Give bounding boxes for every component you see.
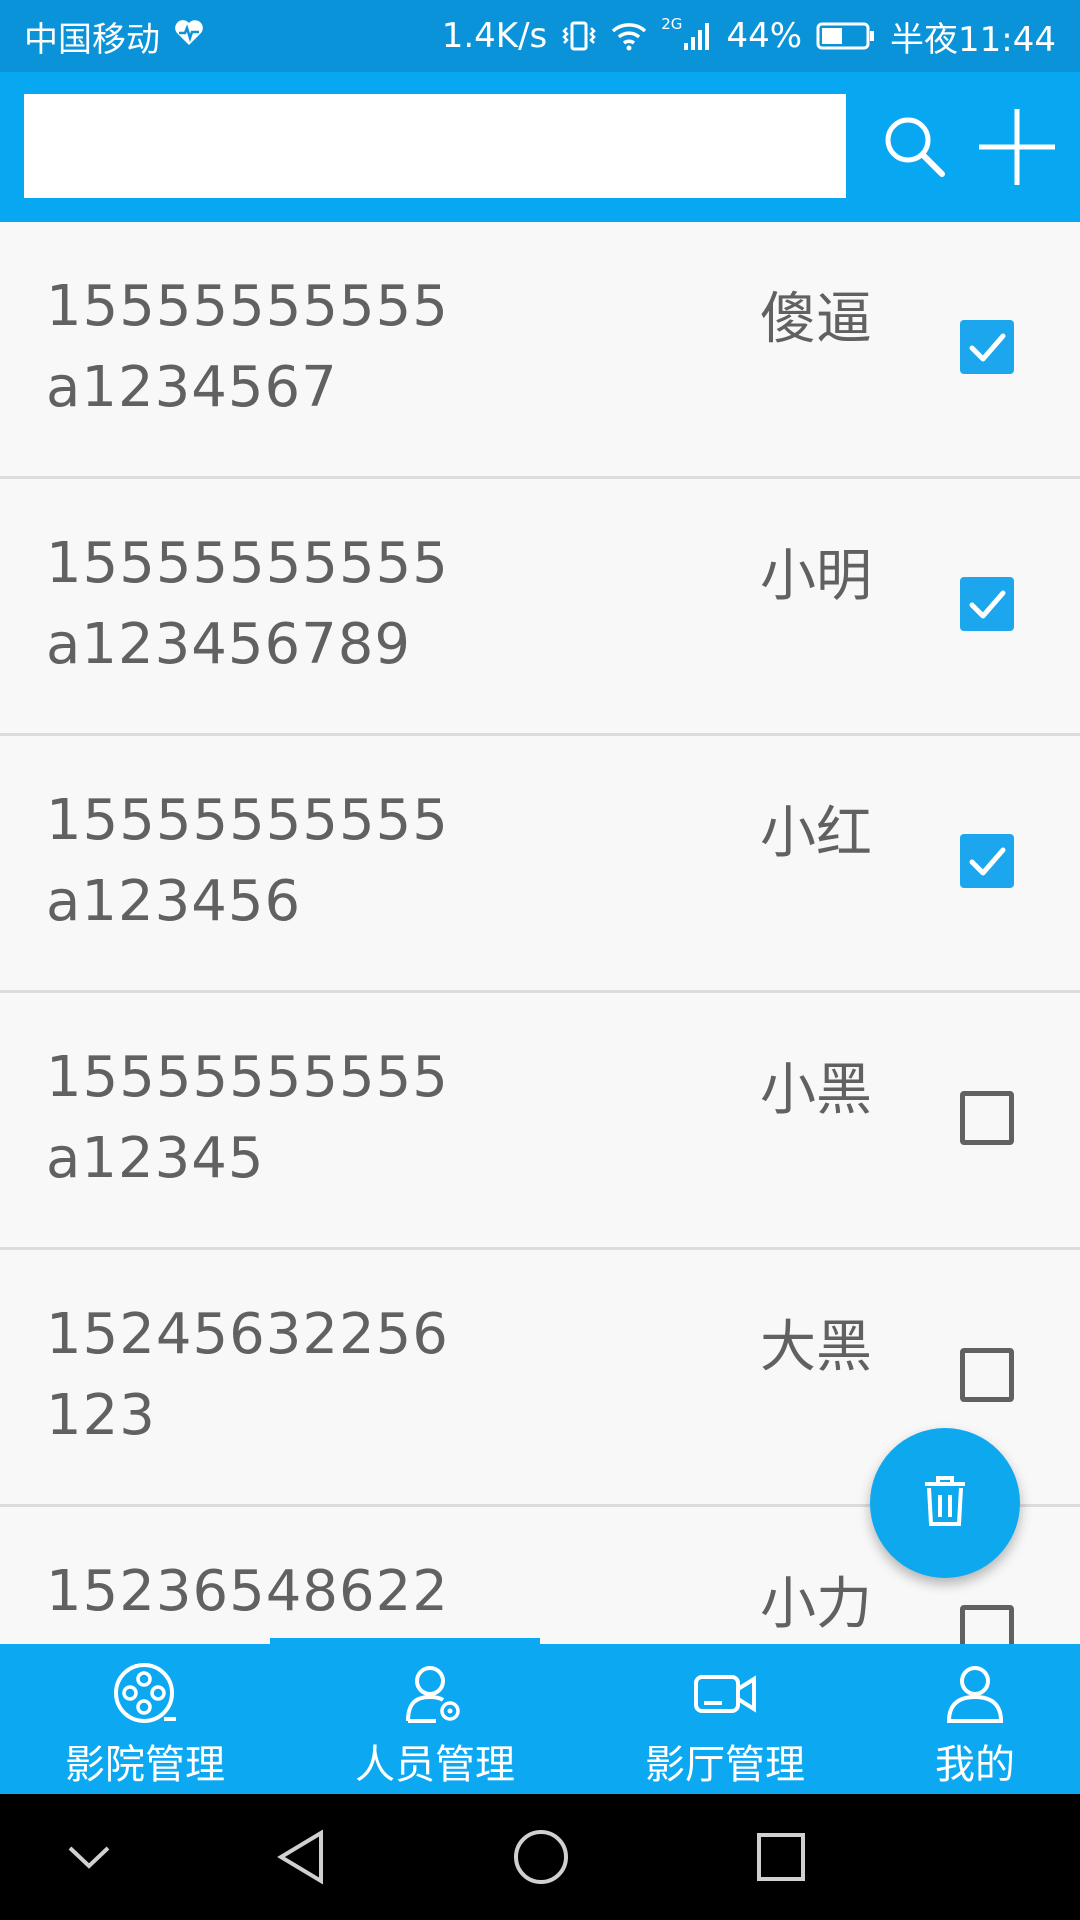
phone-number: 15555555555: [46, 1045, 449, 1110]
system-nav-bar: [0, 1794, 1080, 1920]
user-settings-icon: [402, 1658, 468, 1730]
list-item[interactable]: 15555555555 a123456 小红: [0, 736, 1080, 993]
password-text: a123456: [46, 869, 302, 934]
select-checkbox[interactable]: [960, 1348, 1014, 1402]
video-camera-icon: [692, 1658, 758, 1730]
select-checkbox[interactable]: [960, 320, 1014, 374]
user-name: 傻逼: [760, 287, 872, 352]
network-type: 2G: [661, 15, 683, 33]
app-bar: [0, 72, 1080, 222]
checkmark-icon: [960, 834, 1014, 888]
select-checkbox[interactable]: [960, 577, 1014, 631]
vibrate-icon: [561, 20, 597, 52]
plus-icon: [977, 107, 1057, 191]
user-name: 小黑: [760, 1058, 872, 1123]
tab-label: 影院管理: [65, 1742, 225, 1788]
phone-number: 15555555555: [46, 531, 449, 596]
back-button[interactable]: [266, 1824, 336, 1894]
home-circle-icon: [511, 1827, 571, 1891]
password-text: a12345: [46, 1126, 265, 1191]
password-text: a1234567: [46, 355, 338, 420]
list-item[interactable]: 15555555555 a12345 小黑: [0, 993, 1080, 1250]
delete-fab[interactable]: [870, 1428, 1020, 1578]
tab-label: 人员管理: [355, 1742, 515, 1788]
search-icon: [880, 112, 950, 186]
tab-hall-management[interactable]: 影厅管理: [620, 1644, 830, 1794]
select-checkbox[interactable]: [960, 1605, 1014, 1644]
trash-icon: [921, 1475, 969, 1531]
phone-number: 15245632256: [46, 1302, 449, 1367]
phone-number: 15555555555: [46, 274, 449, 339]
user-list: 15555555555 a1234567 傻逼 15555555555 a1234567…: [0, 222, 1080, 1644]
tab-cinema-management[interactable]: 影院管理: [40, 1644, 250, 1794]
tab-label: 影厅管理: [645, 1742, 805, 1788]
chevron-down-icon: [64, 1842, 114, 1876]
checkmark-icon: [960, 577, 1014, 631]
tab-mine[interactable]: 我的: [910, 1644, 1040, 1794]
list-item[interactable]: 15555555555 a1234567 傻逼: [0, 222, 1080, 479]
select-checkbox[interactable]: [960, 1091, 1014, 1145]
collapse-button[interactable]: [54, 1824, 124, 1894]
home-button[interactable]: [506, 1824, 576, 1894]
phone-number: 15555555555: [46, 788, 449, 853]
list-item[interactable]: 15555555555 a123456789 小明: [0, 479, 1080, 736]
password-text: 123: [46, 1383, 156, 1448]
carrier-label: 中国移动: [24, 19, 160, 60]
recents-square-icon: [754, 1830, 808, 1888]
user-name: 小力: [760, 1572, 872, 1637]
network-speed: 1.4K/s: [441, 16, 548, 56]
signal-icon: 2G: [661, 15, 712, 51]
clock: 半夜11:44: [890, 19, 1056, 60]
search-input[interactable]: [24, 94, 846, 198]
recents-button[interactable]: [746, 1824, 816, 1894]
phone-number: 15236548622: [46, 1559, 449, 1624]
back-triangle-icon: [273, 1827, 329, 1891]
film-reel-icon: [112, 1658, 178, 1730]
bottom-nav: 影院管理 人员管理 影厅管理 我的: [0, 1638, 1080, 1794]
wifi-icon: [611, 21, 647, 51]
battery-percent: 44%: [726, 16, 803, 56]
checkmark-icon: [960, 320, 1014, 374]
user-name: 小红: [760, 801, 872, 866]
user-name: 小明: [760, 544, 872, 609]
user-name: 大黑: [760, 1315, 872, 1380]
select-checkbox[interactable]: [960, 834, 1014, 888]
heart-rate-icon: [174, 16, 204, 56]
tab-label: 我的: [935, 1742, 1015, 1788]
password-text: a123456789: [46, 612, 411, 677]
status-bar: 中国移动 1.4K/s 2G 44% 半夜11:44: [0, 0, 1080, 72]
battery-icon: [816, 21, 876, 51]
search-button[interactable]: [870, 104, 960, 194]
add-button[interactable]: [972, 104, 1062, 194]
tab-staff-management[interactable]: 人员管理: [330, 1644, 540, 1794]
person-icon: [944, 1658, 1006, 1730]
